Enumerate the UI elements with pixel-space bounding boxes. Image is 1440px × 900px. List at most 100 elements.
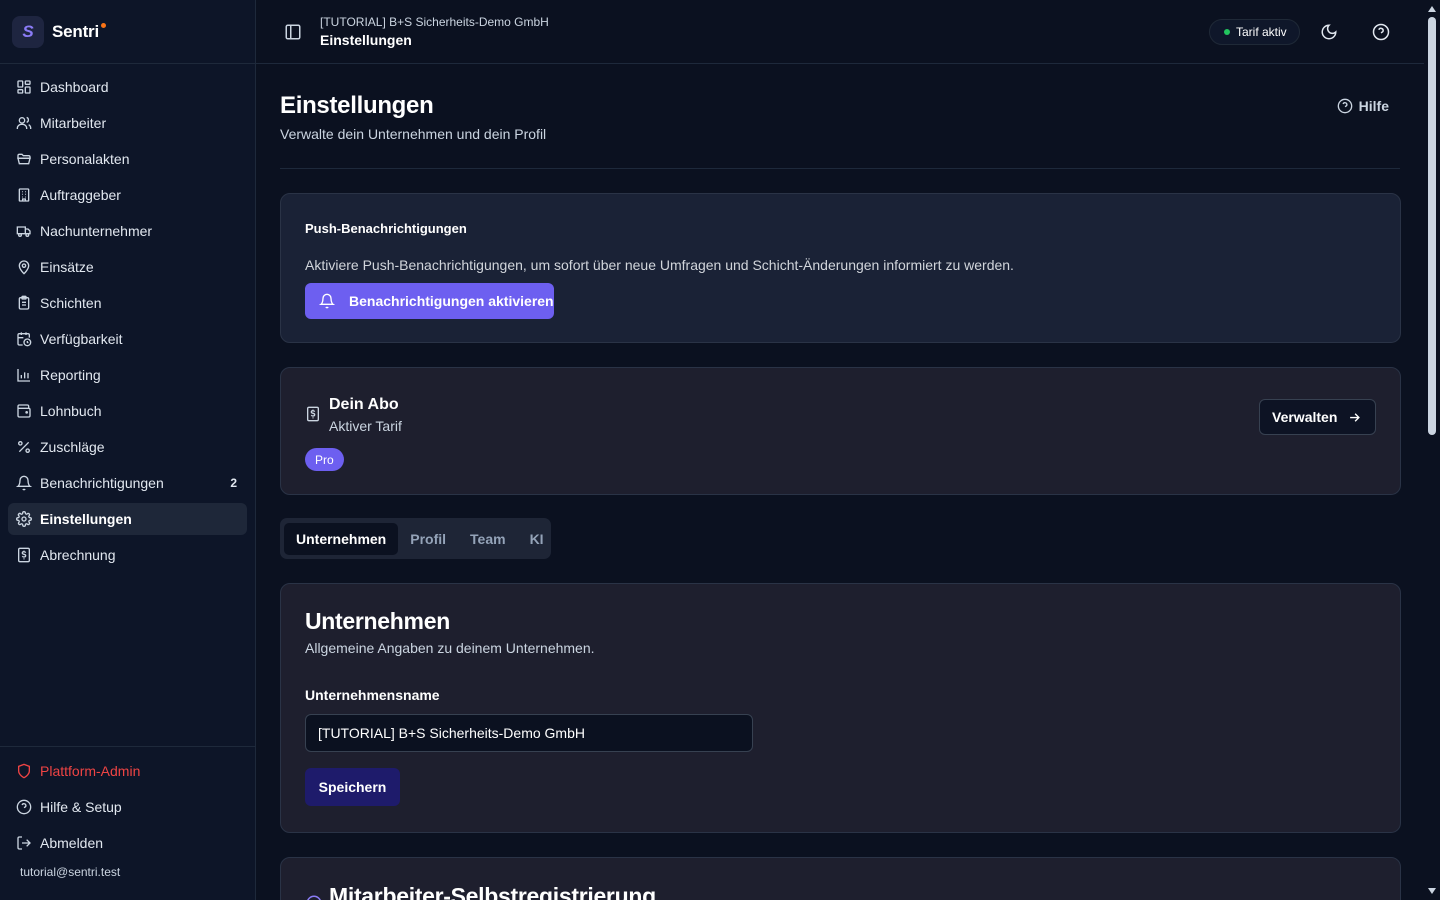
bell-icon bbox=[319, 293, 335, 309]
sidebar-toggle-icon[interactable] bbox=[284, 23, 302, 41]
sidebar-item-label: Dashboard bbox=[40, 79, 109, 95]
sidebar-item-logout[interactable]: Abmelden bbox=[8, 827, 247, 859]
help-link[interactable]: Hilfe bbox=[1337, 98, 1389, 114]
breadcrumb-page: Einstellungen bbox=[320, 32, 412, 48]
sidebar-item-label: Nachunternehmer bbox=[40, 223, 153, 239]
self-registration-card: Mitarbeiter-Selbstregistrierung bbox=[280, 857, 1401, 900]
users-icon bbox=[16, 116, 32, 129]
page-subtitle: Verwalte dein Unternehmen und dein Profi… bbox=[280, 126, 547, 142]
sidebar-item-label: Abmelden bbox=[40, 835, 104, 851]
sidebar-item-label: Benachrichtigungen bbox=[40, 475, 164, 491]
sidebar-item-reporting[interactable]: Reporting bbox=[8, 359, 247, 391]
help-circle-icon[interactable] bbox=[1372, 23, 1390, 41]
page-title: Einstellungen bbox=[280, 92, 434, 119]
sidebar-item-label: Personalakten bbox=[40, 151, 130, 167]
user-email: tutorial@sentri.test bbox=[20, 865, 121, 879]
user-plus-icon bbox=[307, 895, 321, 900]
enable-notifications-button[interactable]: Benachrichtigungen aktivieren bbox=[305, 283, 554, 319]
manage-subscription-button[interactable]: Verwalten bbox=[1259, 399, 1376, 435]
sidebar-item-nachunternehmer[interactable]: Nachunternehmer bbox=[8, 215, 247, 247]
sidebar-item-label: Plattform-Admin bbox=[40, 763, 141, 779]
truck-icon bbox=[16, 226, 31, 237]
brand-logo-icon: S bbox=[12, 15, 44, 48]
sidebar-item-zuschlaege[interactable]: Zuschläge bbox=[8, 431, 247, 463]
topbar: [TUTORIAL] B+S Sicherheits-Demo GmbH Ein… bbox=[256, 0, 1424, 64]
manage-subscription-label: Verwalten bbox=[1272, 409, 1338, 425]
sidebar-item-help-setup[interactable]: Hilfe & Setup bbox=[8, 791, 247, 823]
divider bbox=[280, 168, 1400, 169]
sidebar-nav: Dashboard Mitarbeiter Personalakten Auft… bbox=[0, 64, 255, 571]
sidebar-item-label: Schichten bbox=[40, 295, 102, 311]
sidebar-item-schichten[interactable]: Schichten bbox=[8, 287, 247, 319]
sidebar-item-personalakten[interactable]: Personalakten bbox=[8, 143, 247, 175]
company-section-title: Unternehmen bbox=[305, 608, 450, 634]
company-name-label: Unternehmensname bbox=[305, 687, 440, 703]
scroll-down-arrow-icon[interactable] bbox=[1428, 888, 1436, 894]
sidebar-item-einstellungen[interactable]: Einstellungen bbox=[8, 503, 247, 535]
tab-unternehmen[interactable]: Unternehmen bbox=[284, 522, 399, 555]
tab-ki[interactable]: KI bbox=[518, 523, 556, 555]
scrollbar-thumb[interactable] bbox=[1428, 17, 1436, 435]
sidebar-item-label: Lohnbuch bbox=[40, 403, 102, 419]
subscription-card: Dein Abo Aktiver Tarif Pro Verwalten bbox=[280, 367, 1401, 495]
sidebar-item-mitarbeiter[interactable]: Mitarbeiter bbox=[8, 107, 247, 139]
sidebar-item-label: Abrechnung bbox=[40, 547, 116, 563]
bar-chart-icon bbox=[17, 369, 30, 382]
push-card-description: Aktiviere Push-Benachrichtigungen, um so… bbox=[305, 257, 1014, 273]
company-card: Unternehmen Allgemeine Angaben zu deinem… bbox=[280, 583, 1401, 833]
building-icon bbox=[18, 188, 30, 202]
brand[interactable]: S Sentri bbox=[0, 0, 255, 64]
sidebar-item-benachrichtigungen[interactable]: Benachrichtigungen 2 bbox=[8, 467, 247, 499]
tab-team[interactable]: Team bbox=[458, 523, 518, 555]
sidebar-item-einsaetze[interactable]: Einsätze bbox=[8, 251, 247, 283]
sidebar-item-label: Hilfe & Setup bbox=[40, 799, 122, 815]
main-content: Einstellungen Verwalte dein Unternehmen … bbox=[256, 64, 1424, 900]
sidebar-item-auftraggeber[interactable]: Auftraggeber bbox=[8, 179, 247, 211]
page-scrollbar[interactable] bbox=[1424, 0, 1440, 900]
help-link-label: Hilfe bbox=[1358, 98, 1389, 114]
sidebar-item-abrechnung[interactable]: Abrechnung bbox=[8, 539, 247, 571]
tab-profil[interactable]: Profil bbox=[398, 523, 458, 555]
notification-count-badge: 2 bbox=[230, 476, 237, 490]
save-button[interactable]: Speichern bbox=[305, 768, 400, 806]
subscription-title: Dein Abo bbox=[329, 396, 399, 413]
sidebar-footer: Plattform-Admin Hilfe & Setup Abmelden t… bbox=[0, 746, 255, 900]
sidebar-item-label: Auftraggeber bbox=[40, 187, 121, 203]
brand-dot bbox=[100, 22, 106, 28]
calendar-clock-icon bbox=[17, 332, 32, 347]
status-dot bbox=[1224, 29, 1230, 35]
shield-icon bbox=[18, 763, 30, 779]
sidebar-item-verfuegbarkeit[interactable]: Verfügbarkeit bbox=[8, 323, 247, 355]
help-circle-icon bbox=[16, 799, 32, 815]
subscription-subtitle: Aktiver Tarif bbox=[329, 418, 402, 434]
logout-icon bbox=[17, 836, 31, 850]
sidebar-item-lohnbuch[interactable]: Lohnbuch bbox=[8, 395, 247, 427]
bell-icon bbox=[16, 475, 32, 491]
company-name-input[interactable] bbox=[305, 714, 753, 752]
receipt-icon bbox=[18, 547, 30, 563]
plan-status-badge[interactable]: Tarif aktiv bbox=[1209, 19, 1300, 45]
sidebar-item-label: Verfügbarkeit bbox=[40, 331, 123, 347]
scroll-up-arrow-icon[interactable] bbox=[1428, 6, 1436, 12]
sidebar-item-label: Einstellungen bbox=[40, 511, 132, 527]
sidebar-item-dashboard[interactable]: Dashboard bbox=[8, 71, 247, 103]
sidebar-item-platform-admin[interactable]: Plattform-Admin bbox=[8, 755, 247, 787]
percent-icon bbox=[18, 441, 30, 453]
company-section-subtitle: Allgemeine Angaben zu deinem Unternehmen… bbox=[305, 640, 595, 656]
moon-icon[interactable] bbox=[1320, 23, 1338, 41]
sidebar-item-label: Mitarbeiter bbox=[40, 115, 107, 131]
brand-name: Sentri bbox=[52, 21, 99, 41]
map-pin-icon bbox=[18, 260, 30, 275]
help-circle-icon bbox=[1337, 98, 1352, 114]
plan-badge: Pro bbox=[305, 448, 344, 471]
sidebar: S Sentri Dashboard Mitarbeiter Personala… bbox=[0, 0, 256, 900]
settings-tabs: Unternehmen Profil Team KI bbox=[280, 518, 551, 559]
enable-notifications-label: Benachrichtigungen aktivieren bbox=[349, 293, 554, 309]
receipt-icon bbox=[307, 406, 319, 422]
plan-status-label: Tarif aktiv bbox=[1236, 25, 1287, 39]
dashboard-icon bbox=[17, 80, 31, 94]
wallet-icon bbox=[17, 404, 31, 418]
push-card-title: Push-Benachrichtigungen bbox=[305, 221, 467, 236]
sidebar-item-label: Zuschläge bbox=[40, 439, 105, 455]
gear-icon bbox=[16, 511, 32, 527]
